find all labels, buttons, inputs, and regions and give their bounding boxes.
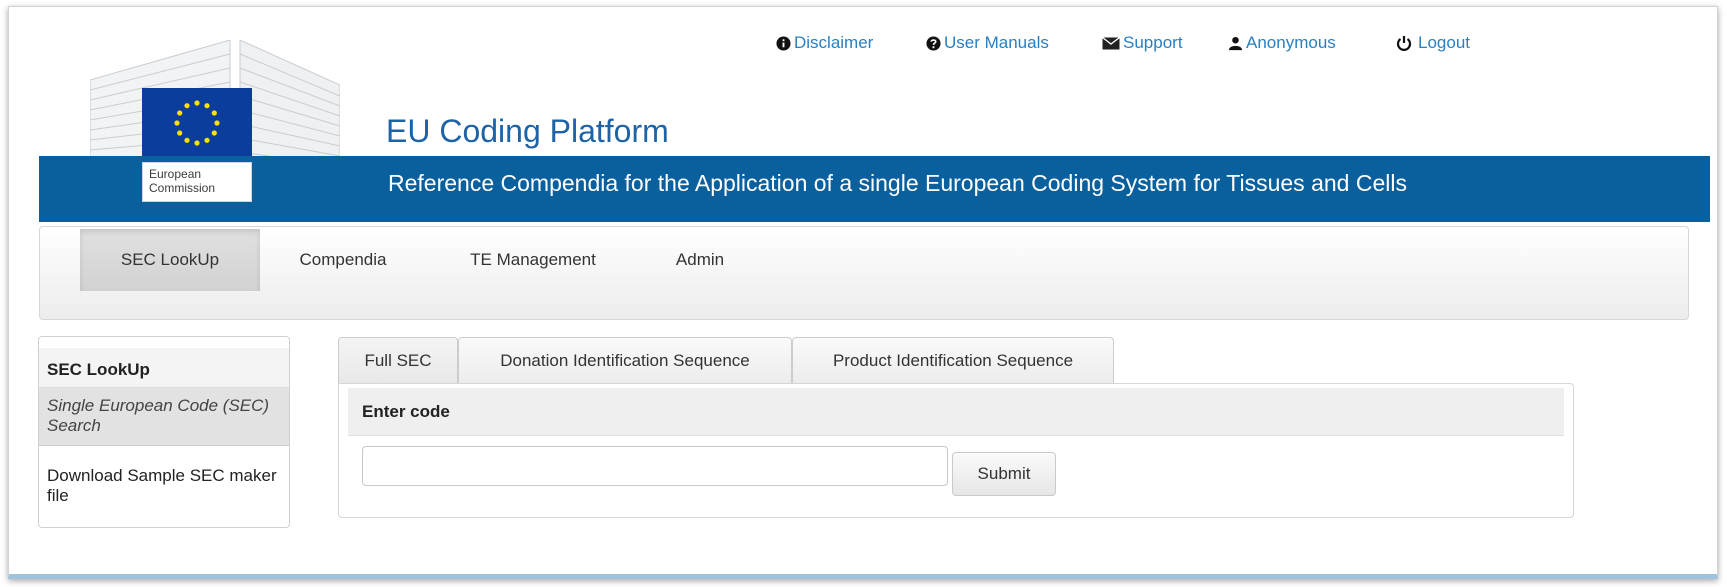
tab-donation-identification-sequence[interactable]: Donation Identification Sequence [458, 337, 792, 383]
eu-flag [142, 88, 252, 162]
anonymous-user-link[interactable]: Anonymous [1228, 33, 1336, 53]
nav-sec-lookup[interactable]: SEC LookUp [80, 229, 260, 291]
disclaimer-link[interactable]: Disclaimer [776, 33, 873, 53]
support-label: Support [1123, 33, 1183, 52]
disclaimer-label: Disclaimer [794, 33, 874, 52]
app-title: EU Coding Platform [386, 113, 669, 149]
sidebar-heading: SEC LookUp [39, 348, 289, 388]
user-icon [1228, 36, 1243, 50]
question-circle-icon [926, 35, 941, 51]
code-input[interactable] [362, 446, 948, 486]
user-manuals-label: User Manuals [944, 33, 1049, 52]
anonymous-label: Anonymous [1246, 33, 1336, 52]
sidebar: SEC LookUp Single European Code (SEC) Se… [38, 336, 290, 528]
user-manuals-link[interactable]: User Manuals [926, 33, 1049, 53]
sidebar-item-download-sample[interactable]: Download Sample SEC maker file [47, 466, 277, 506]
sidebar-heading-label: SEC LookUp [47, 360, 150, 379]
submit-button[interactable]: Submit [952, 452, 1056, 496]
support-link[interactable]: Support [1102, 33, 1183, 53]
nav-admin[interactable]: Admin [640, 229, 760, 291]
nav-compendia[interactable]: Compendia [272, 229, 414, 291]
logout-link[interactable]: Logout [1396, 33, 1470, 53]
sidebar-item-label: Single European Code (SEC) Search [47, 396, 270, 435]
enter-code-label: Enter code [362, 402, 450, 421]
envelope-icon [1102, 36, 1120, 49]
info-circle-icon [776, 35, 791, 51]
logo-text-line1: European [149, 167, 202, 181]
eu-stars-icon [174, 100, 220, 146]
tab-full-sec[interactable]: Full SEC [338, 337, 458, 383]
tab-product-identification-sequence[interactable]: Product Identification Sequence [792, 337, 1114, 383]
logout-label: Logout [1418, 33, 1470, 52]
logo-text-line2: Commission [149, 181, 216, 195]
sidebar-item-sec-search[interactable]: Single European Code (SEC) Search [39, 388, 289, 446]
nav-te-management[interactable]: TE Management [444, 229, 622, 291]
power-icon [1396, 36, 1412, 51]
app-subtitle: Reference Compendia for the Application … [388, 170, 1407, 196]
european-commission-label: European Commission [142, 162, 252, 202]
panel-heading: Enter code [348, 388, 1564, 436]
